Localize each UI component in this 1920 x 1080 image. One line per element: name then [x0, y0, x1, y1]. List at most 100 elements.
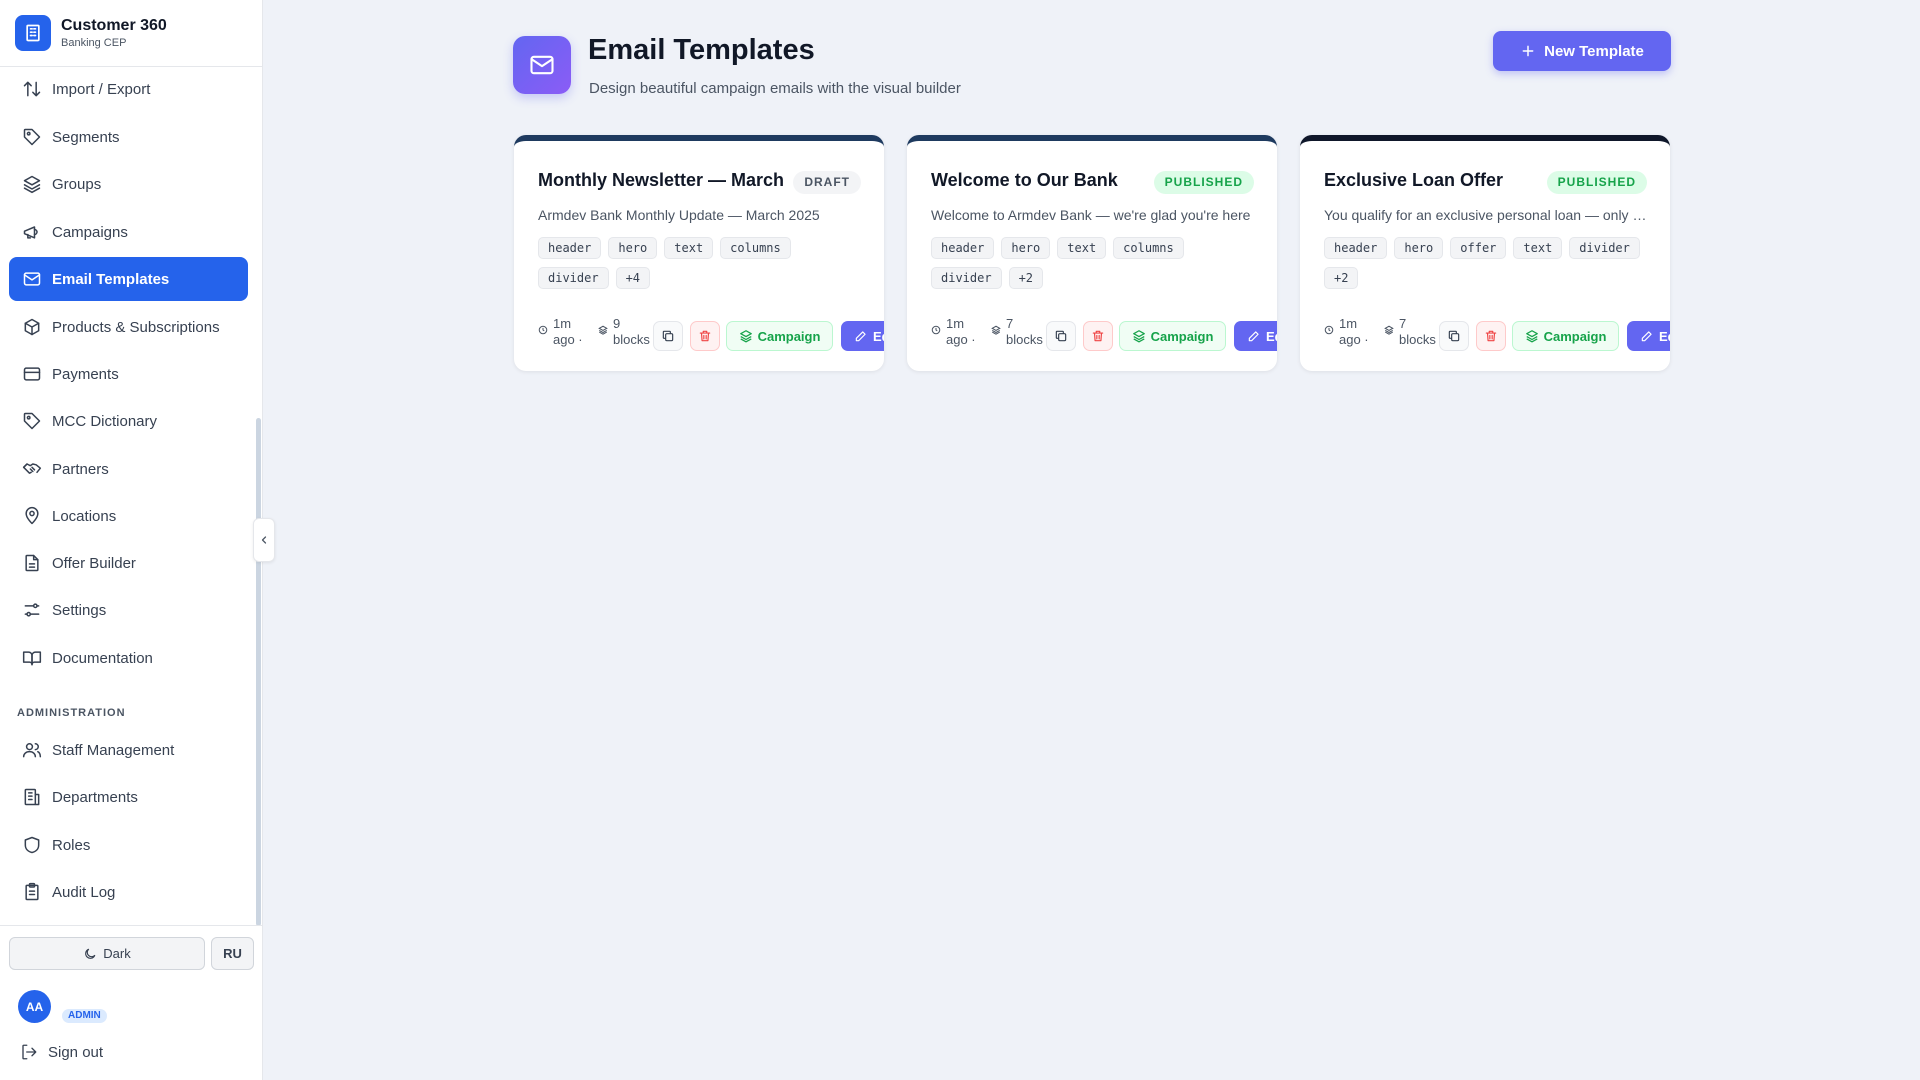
- status-badge: PUBLISHED: [1546, 171, 1647, 194]
- sidebar-item-products[interactable]: Products & Subscriptions: [9, 305, 248, 349]
- megaphone-icon: [23, 226, 38, 239]
- delete-button[interactable]: [1476, 321, 1506, 351]
- sidebar-item-label: Departments: [52, 788, 138, 806]
- sign-out-button[interactable]: Sign out: [20, 1043, 103, 1061]
- sidebar-item-offer-builder[interactable]: Offer Builder: [9, 541, 248, 585]
- sidebar-item-groups[interactable]: Groups: [9, 162, 248, 206]
- map-pin-icon: [25, 506, 39, 525]
- sidebar-item-staff-management[interactable]: Staff Management: [9, 728, 248, 772]
- create-campaign-button[interactable]: Campaign: [1512, 321, 1619, 351]
- plus-icon: [1522, 45, 1534, 57]
- block-tags: header hero text columns divider +4: [538, 237, 863, 289]
- block-tag: divider: [538, 267, 609, 289]
- more-tags-count: +4: [615, 267, 651, 289]
- pencil-icon: [855, 331, 866, 342]
- template-card[interactable]: Monthly Newsletter — March DRAFT Armdev …: [514, 135, 884, 371]
- sidebar-item-label: Offer Builder: [52, 554, 136, 572]
- blocks-suffix: blocks: [1006, 332, 1043, 347]
- sidebar-item-locations[interactable]: Locations: [9, 494, 248, 538]
- book-icon: [22, 651, 42, 666]
- sidebar-item-payments[interactable]: Payments: [9, 352, 248, 396]
- duplicate-button[interactable]: [1046, 321, 1076, 351]
- new-template-label: New Template: [1544, 42, 1644, 60]
- avatar[interactable]: AA: [18, 990, 51, 1023]
- layers-icon: [23, 175, 41, 194]
- block-tag: header: [1324, 237, 1388, 259]
- sidebar-footer: Dark RU AA ADMIN Sign out: [0, 925, 263, 1080]
- sidebar-item-campaigns[interactable]: Campaigns: [9, 210, 248, 254]
- sidebar-item-label: Audit Log: [52, 883, 116, 901]
- mail-icon: [23, 272, 41, 286]
- campaign-label: Campaign: [1150, 328, 1214, 344]
- clock-icon: [931, 325, 941, 335]
- tag-icon: [23, 412, 41, 430]
- sidebar-item-label: MCC Dictionary: [52, 412, 158, 430]
- sidebar-item-settings[interactable]: Settings: [9, 588, 248, 632]
- sidebar-item-label: Locations: [52, 507, 117, 525]
- copy-icon: [1448, 330, 1460, 342]
- delete-button[interactable]: [1083, 321, 1113, 351]
- campaign-label: Campaign: [757, 328, 821, 344]
- template-card[interactable]: Exclusive Loan Offer PUBLISHED You quali…: [1300, 135, 1670, 371]
- create-campaign-button[interactable]: Campaign: [1119, 321, 1226, 351]
- template-title: Exclusive Loan Offer: [1324, 170, 1504, 190]
- layers-icon: [1132, 330, 1145, 343]
- sidebar-item-label: Partners: [52, 460, 109, 478]
- sidebar-item-documentation[interactable]: Documentation: [9, 636, 248, 680]
- time-suffix: ago ·: [1339, 332, 1369, 347]
- package-icon: [24, 318, 40, 336]
- brand[interactable]: Customer 360 Banking CEP: [0, 0, 262, 67]
- credit-card-icon: [23, 367, 41, 381]
- new-template-button[interactable]: New Template: [1493, 31, 1671, 71]
- edit-button[interactable]: Edit: [1627, 321, 1670, 351]
- sidebar-item-import-export[interactable]: Import / Export: [9, 67, 248, 111]
- sidebar-item-departments[interactable]: Departments: [9, 775, 248, 819]
- trash-icon: [699, 330, 711, 342]
- log-out-icon: [22, 1044, 37, 1060]
- more-tags-count: +2: [1324, 267, 1359, 289]
- blocks-value: 9: [613, 316, 621, 331]
- language-button[interactable]: RU: [211, 937, 254, 970]
- duplicate-button[interactable]: [653, 321, 683, 351]
- blocks-value: 7: [1006, 316, 1014, 331]
- edit-button[interactable]: Edit: [841, 321, 884, 351]
- updated-time: 1m ago ·: [1324, 316, 1379, 348]
- duplicate-button[interactable]: [1439, 321, 1469, 351]
- sliders-icon: [24, 603, 40, 617]
- sidebar-item-label: Campaigns: [52, 223, 128, 241]
- copy-icon: [1055, 330, 1067, 342]
- sidebar-item-label: Settings: [52, 601, 107, 619]
- status-badge: DRAFT: [793, 171, 861, 194]
- sidebar-item-label: Import / Export: [52, 80, 151, 98]
- sidebar-item-roles[interactable]: Roles: [9, 823, 248, 867]
- sidebar-item-label: Payments: [52, 365, 119, 383]
- sidebar-item-segments[interactable]: Segments: [9, 115, 248, 159]
- moon-icon: [85, 948, 96, 959]
- sign-out-label: Sign out: [48, 1043, 104, 1061]
- blocks-count: 7 blocks: [1384, 316, 1439, 348]
- template-description: Welcome to Armdev Bank — we're glad you'…: [931, 207, 1251, 223]
- template-title: Welcome to Our Bank: [931, 170, 1118, 190]
- edit-label: Edit: [873, 328, 884, 344]
- delete-button[interactable]: [690, 321, 720, 351]
- sidebar-item-mcc-dictionary[interactable]: MCC Dictionary: [9, 399, 248, 443]
- blocks-suffix: blocks: [1399, 332, 1436, 347]
- blocks-value: 7: [1399, 316, 1407, 331]
- sidebar-collapse-button[interactable]: [253, 518, 275, 562]
- sidebar-item-email-templates[interactable]: Email Templates: [9, 257, 248, 301]
- block-tag: divider: [931, 267, 1002, 289]
- brand-subtitle: Banking CEP: [61, 36, 127, 49]
- sidebar-item-label: Staff Management: [52, 741, 175, 759]
- create-campaign-button[interactable]: Campaign: [726, 321, 833, 351]
- sidebar-item-label: Segments: [52, 128, 120, 146]
- edit-button[interactable]: Edit: [1234, 321, 1277, 351]
- page-subtitle: Design beautiful campaign emails with th…: [589, 80, 961, 97]
- block-tag: columns: [720, 237, 791, 259]
- theme-toggle-button[interactable]: Dark: [9, 937, 205, 970]
- template-card[interactable]: Welcome to Our Bank PUBLISHED Welcome to…: [907, 135, 1277, 371]
- sidebar-item-audit-log[interactable]: Audit Log: [9, 870, 248, 914]
- email-templates-header-icon: [513, 36, 571, 94]
- sidebar-scrollbar[interactable]: [256, 418, 261, 926]
- time-value: 1m: [946, 316, 965, 331]
- sidebar-item-partners[interactable]: Partners: [9, 447, 248, 491]
